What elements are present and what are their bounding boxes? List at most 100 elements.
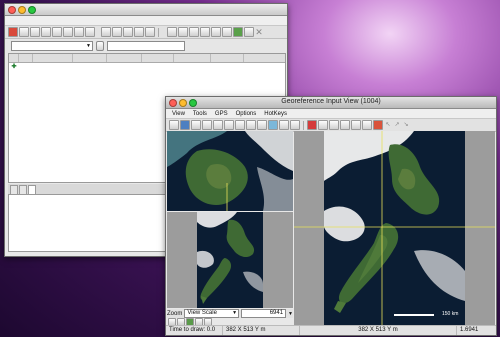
crosshair-icon[interactable] (191, 120, 201, 130)
table-cell-id (19, 63, 33, 71)
globe-icon[interactable] (180, 120, 190, 130)
image-icon[interactable] (362, 120, 372, 130)
reference-move-point-icon[interactable] (178, 27, 188, 37)
reference-zoom-icon[interactable] (200, 27, 210, 37)
pan-icon[interactable] (169, 120, 179, 130)
table-cell-longitude (107, 63, 142, 71)
pointer-move-icon[interactable]: ↗ (393, 121, 401, 129)
col-header-longitude[interactable] (107, 54, 142, 62)
select-icon[interactable] (279, 120, 289, 130)
zoom-select-value: View Scale (187, 310, 217, 316)
tab-objects[interactable] (10, 185, 18, 194)
table-icon[interactable] (41, 27, 51, 37)
zoom-in-icon[interactable] (202, 120, 212, 130)
col-header-id[interactable] (19, 54, 33, 62)
pointer-icon[interactable]: ↖ (384, 121, 392, 129)
table-cell-row (73, 63, 107, 71)
save-icon[interactable] (8, 27, 18, 37)
main-map-view[interactable]: 150 km (294, 131, 495, 325)
add-row-icon[interactable]: ✚ (9, 63, 19, 71)
north-island-closeup (167, 131, 293, 211)
grid-icon[interactable] (268, 120, 278, 130)
col-header-latitude[interactable] (142, 54, 174, 62)
zoom-label: Zoom (167, 310, 183, 317)
zoom-window-icon[interactable] (224, 120, 234, 130)
input-delete-point-icon[interactable] (123, 27, 133, 37)
menu-gps[interactable]: GPS (215, 111, 228, 117)
status-cursor-right: 382 X 513 Y m (300, 326, 457, 335)
menu-tools[interactable]: Tools (193, 111, 207, 117)
zoom-next-icon[interactable] (257, 120, 267, 130)
nav-buttons (167, 318, 294, 326)
georeference-titlebar[interactable] (5, 4, 287, 16)
info-icon[interactable] (329, 120, 339, 130)
print-icon[interactable] (351, 120, 361, 130)
zoom-previous-icon[interactable] (246, 120, 256, 130)
col-header-longitude-2[interactable] (174, 54, 211, 62)
input-pan-icon[interactable] (145, 27, 155, 37)
reference-to-button[interactable] (96, 41, 104, 51)
refresh-icon[interactable] (318, 120, 328, 130)
table-row[interactable]: ✚ (9, 63, 285, 71)
measure-icon[interactable] (290, 120, 300, 130)
flag-icon[interactable] (373, 120, 383, 130)
zoom-select[interactable]: View Scale ▼ (184, 309, 240, 318)
minimize-button[interactable] (18, 6, 26, 14)
grid-icon[interactable] (30, 27, 40, 37)
toolbar-separator (303, 120, 304, 130)
reference-delete-point-icon[interactable] (189, 27, 199, 37)
input-view-menubar: View Tools GPS Options HotKeys (166, 109, 496, 119)
paste-icon[interactable] (85, 27, 95, 37)
input-view-window: Georeference Input View (1004) View Tool… (165, 96, 497, 336)
stop-icon[interactable] (307, 120, 317, 130)
scalebar-label: 150 km (442, 311, 459, 317)
overview-map-upper[interactable] (167, 131, 293, 211)
tab-statistics[interactable] (19, 185, 27, 194)
menu-options[interactable]: Options (236, 111, 257, 117)
chevron-down-icon[interactable]: ▼ (288, 311, 293, 317)
cut-icon[interactable] (63, 27, 73, 37)
close-button[interactable] (8, 6, 16, 14)
col-header-row[interactable] (73, 54, 107, 62)
zoom-button[interactable] (28, 6, 36, 14)
chevron-down-icon: ▼ (86, 43, 91, 49)
pencil-icon[interactable] (52, 27, 62, 37)
input-move-point-icon[interactable] (112, 27, 122, 37)
window-controls (8, 6, 36, 14)
menu-hotkeys[interactable]: HotKeys (264, 111, 287, 117)
lock-icon[interactable] (222, 27, 232, 37)
georeference-toolbar: ✕ (5, 26, 287, 39)
toolbar-separator (158, 27, 159, 37)
layers-icon[interactable] (340, 120, 350, 130)
menu-view[interactable]: View (172, 111, 185, 117)
table-cell-latitude (142, 63, 174, 71)
input-zoom-icon[interactable] (134, 27, 144, 37)
zoom-out-icon[interactable] (213, 120, 223, 130)
input-view-titlebar[interactable]: Georeference Input View (1004) (166, 97, 496, 109)
table-cell-longitude-2 (174, 63, 211, 71)
copy-icon[interactable] (74, 27, 84, 37)
col-header-latitude-2[interactable] (211, 54, 244, 62)
col-header-residual[interactable] (244, 54, 282, 62)
reference-add-point-icon[interactable] (167, 27, 177, 37)
col-header-column[interactable] (33, 54, 73, 62)
input-view-statusbar: Time to draw: 0.0 382 X 513 Y m 382 X 51… (166, 325, 496, 335)
tab-formulas[interactable] (28, 185, 36, 194)
pointer-delete-icon[interactable]: ↘ (402, 121, 410, 129)
georeference-menubar (5, 16, 287, 26)
scale-field[interactable]: 6941 (241, 309, 287, 318)
close-x-icon[interactable]: ✕ (255, 28, 263, 37)
new-zealand-satellite-image (294, 131, 495, 325)
open-icon[interactable] (19, 27, 29, 37)
gps-icon[interactable] (233, 27, 243, 37)
reference-pan-icon[interactable] (211, 27, 221, 37)
input-add-point-icon[interactable] (101, 27, 111, 37)
status-value: 1.6941 (460, 327, 479, 333)
model-select[interactable]: ▼ (11, 41, 93, 51)
zoom-fit-icon[interactable] (235, 120, 245, 130)
model-row: ▼ (5, 39, 287, 53)
image-icon[interactable] (244, 27, 254, 37)
status-cursor-left: 382 X 513 Y m (223, 326, 300, 335)
overview-map-lower[interactable] (167, 212, 293, 308)
reference-system-field[interactable] (107, 41, 185, 51)
